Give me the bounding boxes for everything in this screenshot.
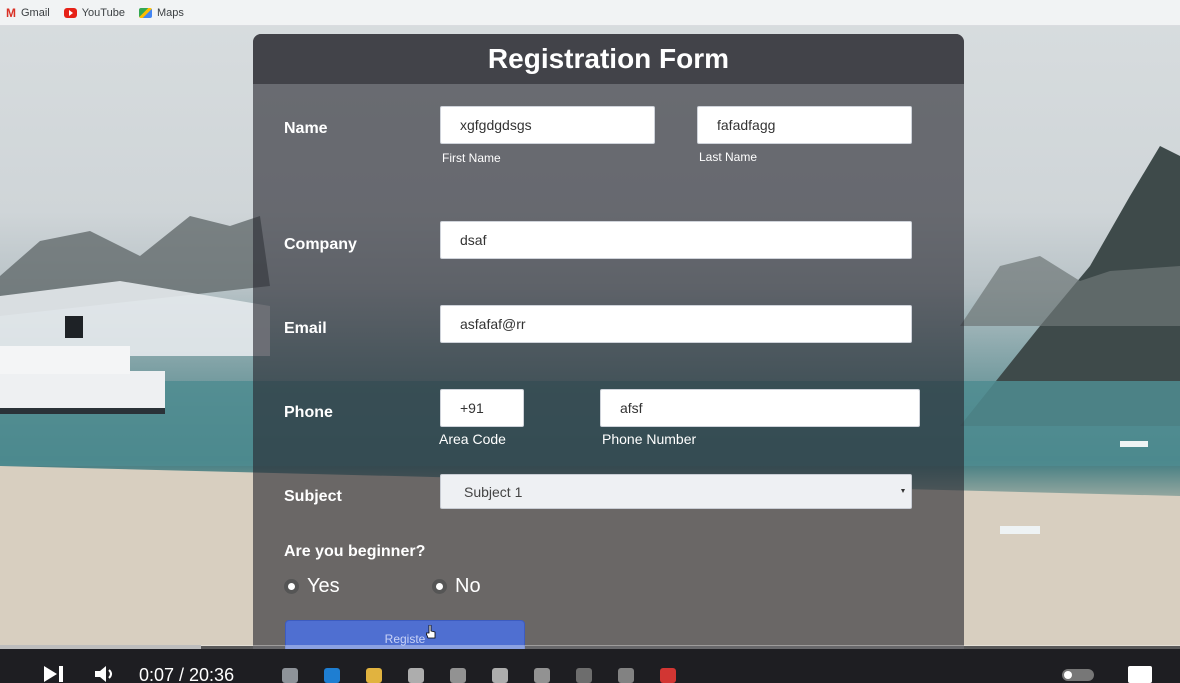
radio-no-label: No — [455, 575, 481, 597]
first-name-input[interactable]: xgfgdgdsgs — [440, 106, 655, 144]
chevron-down-icon — [901, 489, 905, 493]
radio-icon — [284, 579, 299, 594]
registration-form: Registration Form Name xgfgdgdsgs First … — [253, 34, 964, 674]
bookmarks-bar: M Gmail YouTube Maps — [0, 0, 1180, 26]
phone-number-caption: Phone Number — [602, 431, 697, 447]
store-icon[interactable] — [408, 668, 424, 683]
folder-icon[interactable] — [366, 668, 382, 683]
next-video-icon[interactable] — [44, 666, 64, 682]
email-input[interactable]: asfafaf@rr — [440, 305, 912, 343]
area-code-caption: Area Code — [439, 431, 506, 447]
last-name-input[interactable]: fafadfagg — [697, 106, 912, 144]
subtitles-icon[interactable] — [1128, 666, 1152, 683]
taskbar-icons — [282, 668, 676, 683]
app-icon[interactable] — [618, 668, 634, 683]
settings-icon[interactable] — [492, 668, 508, 683]
company-input[interactable]: dsaf — [440, 221, 912, 259]
email-label: Email — [284, 320, 327, 337]
app-icon[interactable] — [450, 668, 466, 683]
video-controls: 0:07 / 20:36 — [0, 649, 1180, 683]
bookmark-label: Maps — [156, 6, 184, 19]
phone-number-input[interactable]: afsf — [600, 389, 920, 427]
app-icon[interactable] — [576, 668, 592, 683]
beginner-question: Are you beginner? — [284, 543, 426, 560]
bookmark-gmail[interactable]: M Gmail — [6, 7, 50, 19]
video-time: 0:07 / 20:36 — [139, 665, 235, 683]
bookmark-label: Gmail — [21, 6, 50, 19]
name-label: Name — [284, 120, 328, 137]
taskview-icon[interactable] — [282, 668, 298, 683]
radio-yes-label: Yes — [307, 575, 340, 597]
subject-select[interactable]: Subject 1 — [440, 474, 912, 509]
first-name-caption: First Name — [442, 151, 501, 165]
radio-no[interactable]: No — [432, 575, 481, 598]
phone-label: Phone — [284, 404, 333, 421]
subject-selected: Subject 1 — [464, 483, 523, 500]
gmail-icon: M — [6, 5, 16, 20]
chrome-icon[interactable] — [660, 668, 676, 683]
hand-cursor-icon — [426, 625, 436, 639]
radio-icon — [432, 579, 447, 594]
youtube-icon — [63, 7, 77, 18]
app-icon[interactable] — [534, 668, 550, 683]
area-code-input[interactable]: +91 — [440, 389, 524, 427]
autoplay-toggle-icon[interactable] — [1062, 669, 1094, 681]
volume-icon[interactable] — [95, 666, 117, 682]
company-label: Company — [284, 236, 357, 253]
last-name-caption: Last Name — [699, 150, 758, 164]
maps-icon — [138, 7, 152, 18]
bookmark-label: YouTube — [81, 6, 125, 19]
form-title: Registration Form — [487, 43, 730, 74]
bookmark-youtube[interactable]: YouTube — [63, 6, 125, 19]
bookmark-maps[interactable]: Maps — [138, 6, 184, 19]
edge-icon[interactable] — [324, 668, 340, 683]
radio-yes[interactable]: Yes — [284, 575, 340, 598]
form-header: Registration Form — [253, 34, 964, 84]
subject-label: Subject — [284, 488, 342, 505]
